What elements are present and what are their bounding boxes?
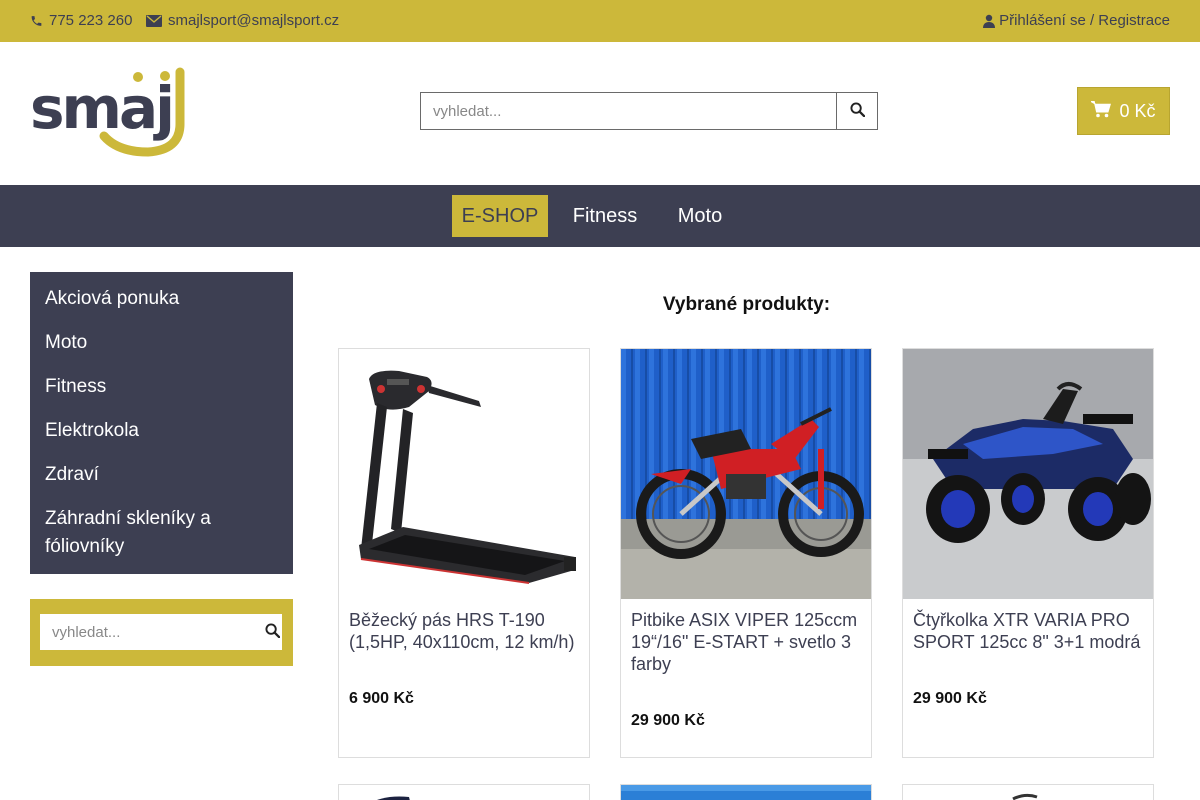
product-card[interactable]: Pitbike ASIX VIPER 125ccm 19“/16" E-STAR… [620, 348, 872, 758]
product-card[interactable]: Běžecký pás HRS T-190 (1,5HP, 40x110cm, … [338, 348, 590, 758]
category-item-skleniky[interactable]: Záhradní skleníky a fóliovníky [30, 505, 293, 561]
header-search-button[interactable] [836, 92, 878, 130]
category-menu: Akciová ponuka Moto Fitness Elektrokola … [30, 272, 293, 574]
product-price: 6 900 Kč [349, 690, 414, 707]
product-price: 29 900 Kč [913, 690, 987, 707]
header-search-input[interactable] [420, 92, 836, 130]
phone-icon [30, 14, 43, 28]
product-name[interactable]: Čtyřkolka XTR VARIA PRO SPORT 125cc 8" 3… [913, 609, 1145, 653]
product-card[interactable] [338, 784, 590, 800]
main-nav: E-SHOP Fitness Moto [0, 185, 1200, 247]
login-register-link[interactable]: Přihlášení se / Registrace [983, 12, 1170, 29]
category-item-akciova-ponuka[interactable]: Akciová ponuka [30, 285, 293, 313]
product-price: 29 900 Kč [631, 712, 705, 729]
product-card[interactable] [620, 784, 872, 800]
shopping-cart-icon [1089, 100, 1112, 123]
sidebar-search-box [40, 614, 282, 650]
category-item-fitness[interactable]: Fitness [30, 373, 293, 401]
email-contact[interactable]: smajlsport@smajlsport.cz [146, 12, 339, 29]
cart-total: 0 Kč [1119, 100, 1156, 121]
search-icon [265, 623, 281, 641]
product-image[interactable] [903, 785, 1153, 800]
product-image-atv[interactable] [903, 349, 1153, 599]
sidebar-search [30, 599, 293, 666]
sidebar-search-button[interactable] [263, 614, 282, 650]
product-image-treadmill[interactable] [339, 349, 589, 599]
product-image[interactable] [621, 785, 871, 800]
category-item-zdravi[interactable]: Zdraví [30, 461, 293, 489]
product-image[interactable] [339, 785, 589, 800]
product-card[interactable]: Čtyřkolka XTR VARIA PRO SPORT 125cc 8" 3… [902, 348, 1154, 758]
product-image-pitbike[interactable] [621, 349, 871, 599]
user-icon [983, 14, 996, 28]
category-item-moto[interactable]: Moto [30, 329, 293, 357]
product-card[interactable] [902, 784, 1154, 800]
site-logo[interactable]: smaj sport.cz [30, 41, 241, 162]
search-icon [849, 102, 865, 120]
top-bar: 775 223 260 smajlsport@smajlsport.cz Při… [0, 0, 1200, 42]
envelope-icon [146, 14, 162, 27]
product-name[interactable]: Běžecký pás HRS T-190 (1,5HP, 40x110cm, … [349, 609, 581, 653]
category-item-elektrokola[interactable]: Elektrokola [30, 417, 293, 445]
phone-contact[interactable]: 775 223 260 [30, 12, 132, 29]
nav-item-moto[interactable]: Moto [664, 195, 736, 237]
product-name[interactable]: Pitbike ASIX VIPER 125ccm 19“/16" E-STAR… [631, 609, 863, 675]
section-title: Vybrané produkty: [662, 294, 831, 315]
nav-item-fitness[interactable]: Fitness [560, 195, 650, 237]
email-address: smajlsport@smajlsport.cz [168, 12, 340, 29]
cart-button[interactable]: 0 Kč [1077, 87, 1170, 135]
svg-text:smaj: smaj [30, 74, 172, 142]
sidebar-search-input[interactable] [40, 614, 263, 650]
header-search [420, 92, 878, 130]
phone-number: 775 223 260 [49, 12, 133, 29]
login-label: Přihlášení se / Registrace [999, 12, 1170, 29]
nav-item-eshop[interactable]: E-SHOP [452, 195, 548, 237]
